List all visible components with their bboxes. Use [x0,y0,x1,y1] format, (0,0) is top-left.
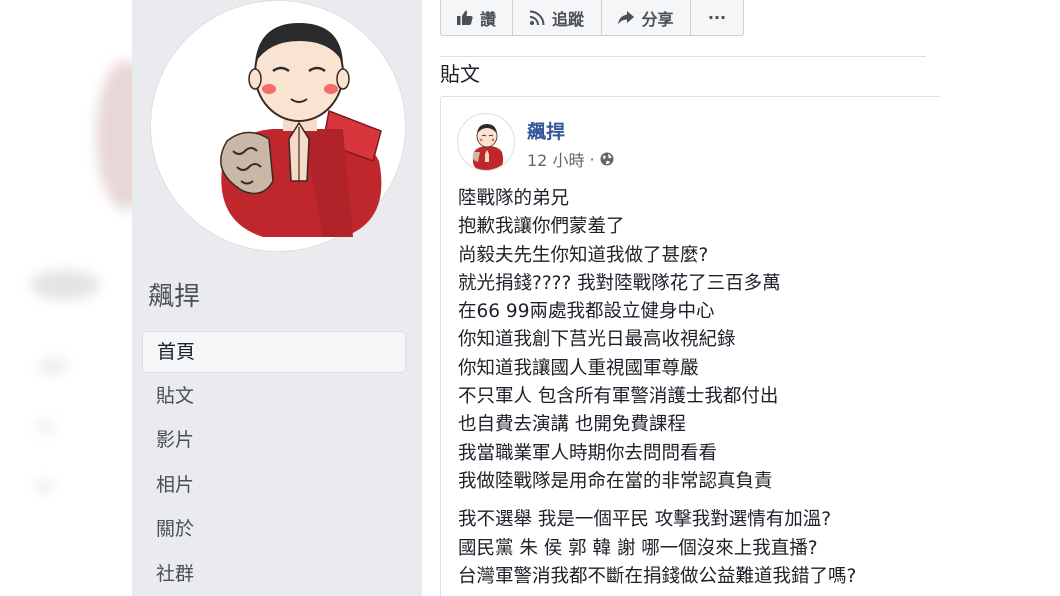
post-line: 也自費去演講 也開免費課程 [458,414,686,436]
post-line: 抱歉我讓你們蒙羞了 [458,216,625,238]
post-text: 陸戰隊的弟兄 抱歉我讓你們蒙羞了 尚毅夫先生你知道我做了甚麼? 就光捐錢????… [458,185,948,591]
page-nav: 首頁 貼文 影片 相片 關於 社群 [142,331,406,596]
nav-item-about[interactable]: 關於 [142,509,406,554]
nav-item-home[interactable]: 首頁 [142,331,406,373]
posts-section-title: 貼文 [440,62,480,86]
thumbs-up-icon [456,10,473,25]
more-options-button[interactable]: ··· [691,0,743,35]
blurred-shape [30,270,100,300]
post-timestamp[interactable]: 12 小時 [527,147,584,171]
meta-separator: · [589,149,595,169]
blurred-shape [96,60,132,210]
page-action-bar: 讚 追蹤 分享 ··· [440,0,744,36]
share-arrow-icon [618,10,635,24]
follow-button[interactable]: 追蹤 [513,0,602,35]
post-line: 我不選舉 我是一個平民 攻擊我對選情有加溫? [458,509,832,531]
more-dots-icon: ··· [707,8,727,27]
share-button[interactable]: 分享 [602,0,691,35]
nav-item-posts[interactable]: 貼文 [142,376,406,421]
blurred-shape [36,420,56,434]
share-label: 分享 [641,9,674,29]
post-card: 飆捍 12 小時 · 陸戰隊的弟兄 抱歉我讓你們蒙羞了 尚毅夫先生你知道我做了甚… [440,96,940,596]
monk-cartoon-avatar [220,23,382,237]
post-line: 你知道我創下莒光日最高收視紀錄 [458,329,736,351]
post-meta: 12 小時 · [527,147,614,171]
like-button[interactable]: 讚 [441,0,513,35]
post-line: 在66 99兩處我都設立健身中心 [458,301,715,323]
like-label: 讚 [479,9,496,29]
blurred-shape [34,480,54,494]
follow-label: 追蹤 [551,9,584,29]
post-line: 尚毅夫先生你知道我做了甚麼? [458,244,709,266]
nav-item-photos[interactable]: 相片 [142,465,406,510]
post-line: 就光捐錢???? 我對陸戰隊花了三百多萬 [458,272,781,294]
profile-picture[interactable] [150,0,406,252]
post-line: 國民黨 朱 侯 郭 韓 謝 哪一個沒來上我直播? [458,537,818,559]
globe-icon [600,152,614,166]
blurred-shape [38,358,68,374]
blurred-background [0,0,132,596]
nav-item-community[interactable]: 社群 [142,554,406,596]
post-line: 不只軍人 包含所有軍警消護士我都付出 [458,386,779,408]
nav-item-videos[interactable]: 影片 [142,420,406,465]
page-sidebar: 飆捍 首頁 貼文 影片 相片 關於 社群 [132,0,422,596]
post-line: 台灣軍警消我都不斷在捐錢做公益難道我錯了嗎? [458,565,857,587]
post-line: 我當職業軍人時期你去問問看看 [458,442,718,464]
post-author-name[interactable]: 飆捍 [527,117,565,144]
post-line: 陸戰隊的弟兄 [458,188,570,209]
main-content: 讚 追蹤 分享 ··· 貼文 飆捍 12 小時 · 陸戰隊的弟兄 抱歉我讓你們蒙… [422,0,1060,596]
monk-cartoon-avatar [472,124,504,170]
post-author-avatar[interactable] [457,113,515,171]
post-line: 我做陸戰隊是用命在當的非常認真負責 [458,470,773,492]
rss-icon [529,10,545,25]
page-name[interactable]: 飆捍 [148,276,200,313]
section-divider [440,56,926,57]
post-line: 你知道我讓國人重視國軍尊嚴 [458,357,699,379]
